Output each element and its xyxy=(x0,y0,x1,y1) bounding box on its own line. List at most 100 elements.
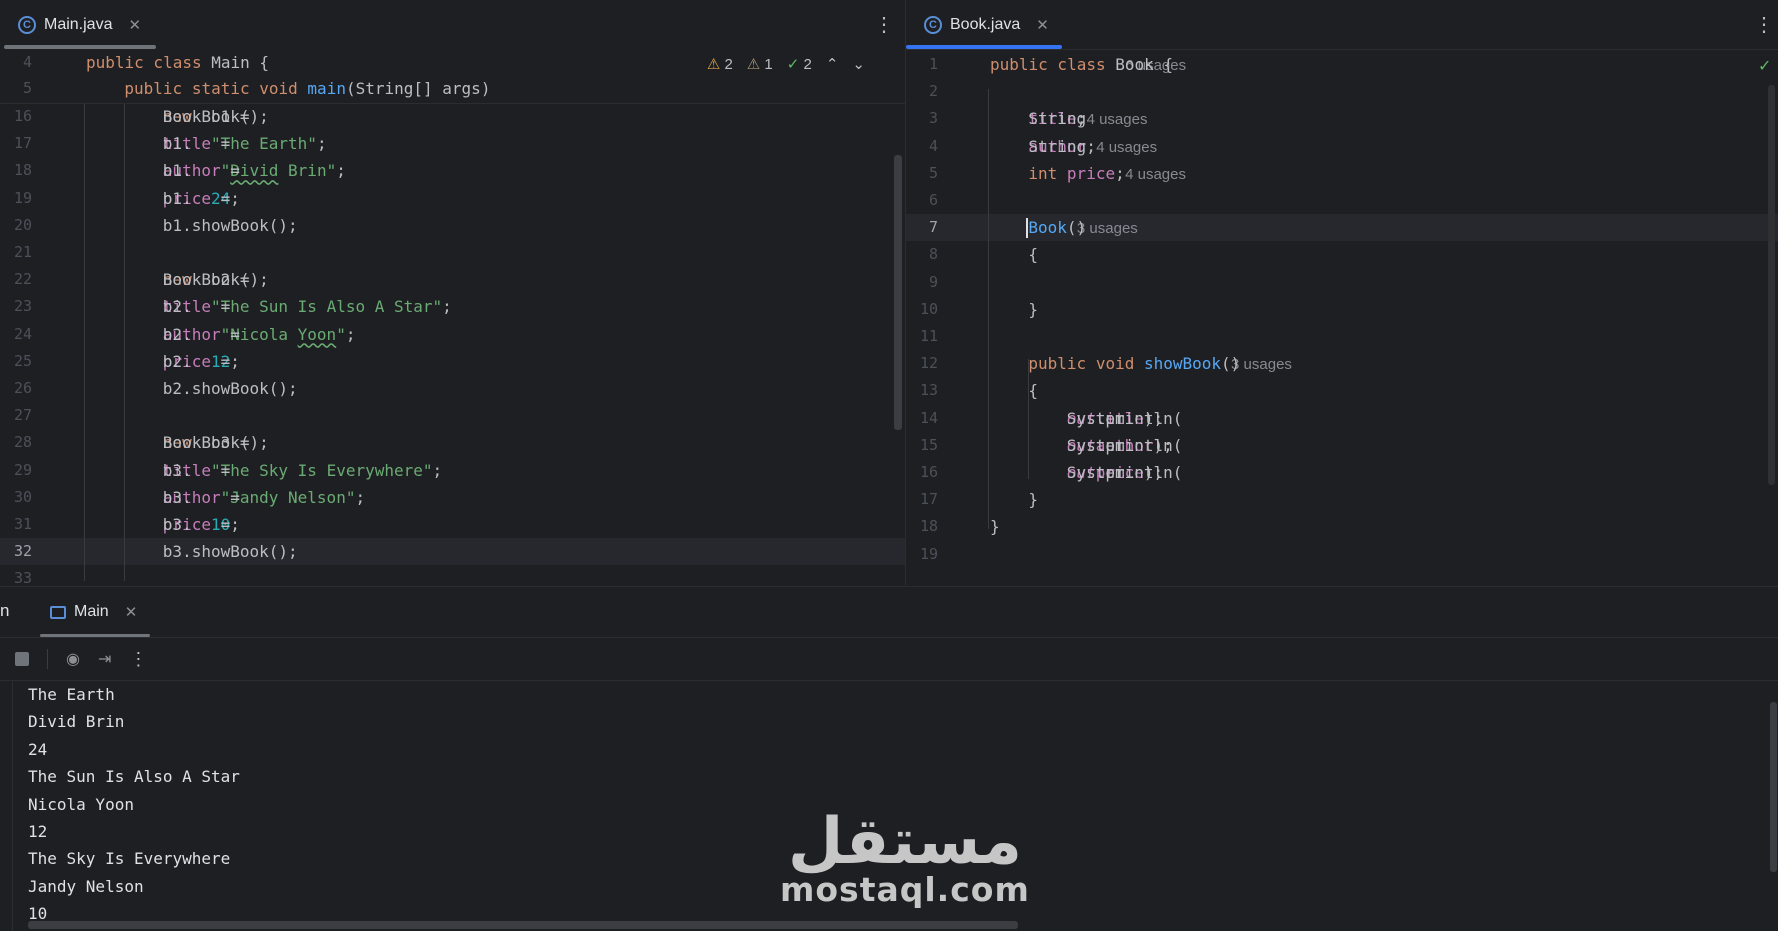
line-number: 10 xyxy=(919,299,938,318)
console-output-line: 12 xyxy=(28,822,48,841)
code-token: = xyxy=(220,161,250,181)
console-vertical-scrollbar[interactable] xyxy=(1770,702,1777,872)
code-line[interactable]: 21 xyxy=(0,239,905,266)
code-line[interactable]: 1 public class Book { 6 usages xyxy=(906,51,1778,78)
close-icon[interactable]: ✕ xyxy=(125,603,138,621)
main-java-editor[interactable]: C Main.java ✕ ⋮ ⚠ 2 ⚠ 1 ✓ 2 ⌃ ⌄ 4 public … xyxy=(0,0,906,585)
sticky-line[interactable]: 5 public static void main (String[] args) xyxy=(0,75,905,102)
usages-hint[interactable]: 4 usages xyxy=(1096,139,1157,156)
code-line[interactable]: 26 b2.showBook(); xyxy=(0,375,905,402)
java-class-icon: C xyxy=(18,15,36,34)
code-token: b3. xyxy=(162,487,192,507)
code-line[interactable]: 6 xyxy=(906,187,1778,214)
code-token: b1. xyxy=(162,161,192,181)
code-line[interactable]: 3 String title; 4 usages xyxy=(906,105,1778,132)
code-line[interactable]: 8{ xyxy=(906,241,1778,268)
exit-icon[interactable]: ⇥ xyxy=(98,649,111,669)
book-java-editor[interactable]: C Book.java ✕ ⋮ 1 public class Book { 6 u… xyxy=(906,0,1778,585)
code-line[interactable]: 18 b1. author = "Divid Brin"; xyxy=(0,157,905,184)
warning-count[interactable]: ⚠ 2 xyxy=(707,55,733,73)
line-number: 18 xyxy=(13,161,32,180)
tab-book-java-label: Book.java xyxy=(950,15,1021,33)
code-line[interactable]: 16 System. out .println(price); xyxy=(906,459,1778,486)
close-icon[interactable]: ✕ xyxy=(1036,16,1049,34)
code-text: b3. price = 10; xyxy=(162,511,240,538)
previous-highlight-icon[interactable]: ⌃ xyxy=(826,55,839,73)
console-horizontal-scrollbar[interactable] xyxy=(28,921,1018,929)
code-token: Book(); xyxy=(201,433,269,453)
code-line[interactable]: 7 Book() 3 usages xyxy=(906,214,1778,242)
indent-guide xyxy=(1028,359,1029,479)
more-options-icon[interactable]: ⋮ xyxy=(1754,12,1774,37)
code-line[interactable]: 25 b2. price = 12; xyxy=(0,348,905,375)
code-token: ; xyxy=(316,134,327,154)
code-line[interactable]: 27 xyxy=(0,402,905,429)
code-line[interactable]: 11 xyxy=(906,323,1778,350)
tab-book-java[interactable]: C Book.java ✕ xyxy=(924,0,1049,49)
tab-main-java[interactable]: C Main.java ✕ xyxy=(18,0,141,49)
line-number: 21 xyxy=(13,243,32,261)
code-line[interactable]: 10} xyxy=(906,296,1778,323)
code-line[interactable]: 24 b2. author = "Nicola Yoon"; xyxy=(0,321,905,348)
more-options-icon[interactable]: ⋮ xyxy=(129,649,147,670)
line-number: 6 xyxy=(928,191,938,209)
left-editor-tabbar: C Main.java ✕ ⋮ xyxy=(0,0,905,50)
code-line[interactable]: 9 xyxy=(906,269,1778,296)
code-line[interactable]: 16 Book b1 = new Book(); xyxy=(0,103,905,130)
code-token: b1.showBook(); xyxy=(162,215,298,235)
code-token: ; xyxy=(230,188,240,208)
camera-icon[interactable]: ◉ xyxy=(66,649,80,669)
code-line[interactable]: 5 int price; 4 usages xyxy=(906,160,1778,187)
weak-warning-count[interactable]: ⚠ 1 xyxy=(747,55,773,73)
console-output-line: 24 xyxy=(28,739,48,759)
inspection-widget[interactable]: ⚠ 2 ⚠ 1 ✓ 2 ⌃ ⌄ xyxy=(707,55,865,73)
code-text: b2. price = 12; xyxy=(163,348,240,375)
code-text: String author; 4 usages xyxy=(1028,133,1157,161)
vertical-scrollbar[interactable] xyxy=(894,155,902,430)
no-problems-check-icon[interactable]: ✓ xyxy=(1758,56,1771,76)
code-line[interactable]: 20 b1.showBook(); xyxy=(0,212,905,239)
line-number: 15 xyxy=(919,435,938,454)
code-line[interactable]: 14 System. out .println(title); xyxy=(906,405,1778,432)
console-output-line: Divid Brin xyxy=(28,712,125,732)
tab-run-main[interactable]: Main ✕ xyxy=(50,587,137,637)
code-line[interactable]: 13 { xyxy=(906,377,1778,404)
code-token: b3. xyxy=(162,515,192,534)
code-token: b3. xyxy=(162,460,192,480)
code-line[interactable]: 23 b2. title = "The Sun Is Also A Star"; xyxy=(0,293,905,320)
line-number: 3 xyxy=(928,109,938,128)
code-line[interactable]: 17} xyxy=(906,486,1778,513)
code-token: .println( xyxy=(1095,408,1183,428)
line-number: 13 xyxy=(919,381,938,400)
run-panel-title-fragment: n xyxy=(0,601,10,620)
code-line[interactable]: 19 b1. price = 24; xyxy=(0,185,905,212)
right-code-area[interactable]: 1 public class Book { 6 usages 2 3 String ti… xyxy=(906,49,1778,585)
code-line[interactable]: 30 b3. author = "Jandy Nelson"; xyxy=(0,484,905,511)
code-line[interactable]: 29 b3. title = "The Sky Is Everywhere"; xyxy=(0,457,905,484)
typo-count[interactable]: ✓ 2 xyxy=(787,55,812,73)
close-icon[interactable]: ✕ xyxy=(128,16,141,34)
vertical-scrollbar[interactable] xyxy=(1768,85,1775,485)
code-line[interactable]: 2 xyxy=(906,78,1778,105)
code-line[interactable]: 4 String author; 4 usages xyxy=(906,133,1778,160)
console-output-line: The Sky Is Everywhere xyxy=(28,849,231,869)
code-line[interactable]: 17 b1. title = "The Earth"; xyxy=(0,130,905,157)
code-text: Book() 3 usages xyxy=(1028,214,1137,242)
code-token: ; xyxy=(1115,163,1125,183)
code-line[interactable]: 15 System. out .println(author); xyxy=(906,432,1778,459)
usages-hint[interactable]: 4 usages xyxy=(1125,166,1186,183)
code-line[interactable]: 12 public void showBook() 3 usages xyxy=(906,350,1778,377)
code-line[interactable]: 28 Book b3 = new Book(); xyxy=(0,429,905,456)
more-options-icon[interactable]: ⋮ xyxy=(874,12,894,37)
sticky-scroll-header[interactable]: ⚠ 2 ⚠ 1 ✓ 2 ⌃ ⌄ 4 public class Main {5 pub… xyxy=(0,49,905,104)
code-line[interactable]: 18} xyxy=(906,513,1778,540)
code-line[interactable]: 33 xyxy=(0,565,905,585)
code-line[interactable]: 32 b3.showBook(); xyxy=(0,538,905,566)
code-line[interactable]: 31 b3. price = 10; xyxy=(0,511,905,538)
left-code-area[interactable]: 16 Book b1 = new Book(); 17 b1. title = "The… xyxy=(0,49,905,585)
code-token: ; xyxy=(355,487,366,507)
code-line[interactable]: 22 Book b2 = new Book(); xyxy=(0,266,905,293)
next-highlight-icon[interactable]: ⌄ xyxy=(852,55,865,73)
code-line[interactable]: 19 xyxy=(906,541,1778,568)
stop-icon[interactable] xyxy=(15,652,29,666)
